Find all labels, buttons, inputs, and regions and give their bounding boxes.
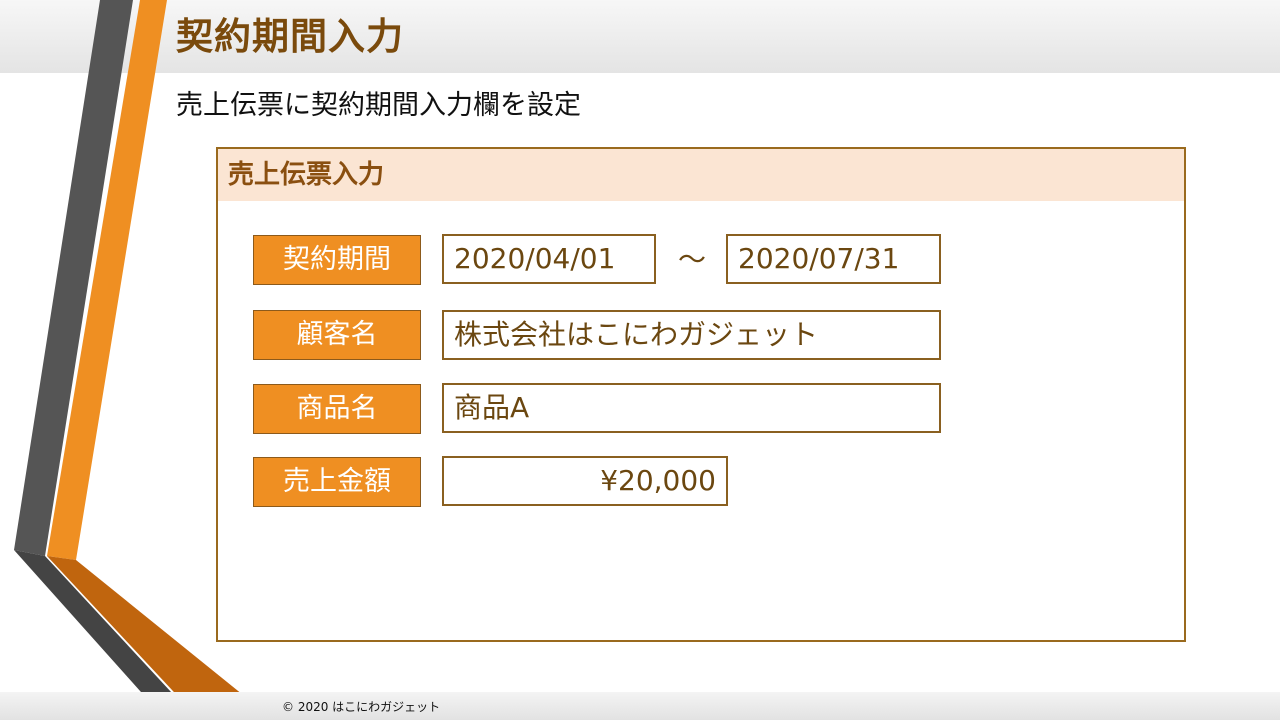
footer-band <box>0 692 1280 720</box>
customer-name-label: 顧客名 <box>253 310 421 360</box>
copyright-text: © 2020 はこにわガジェット <box>282 700 441 714</box>
period-separator: ～ <box>677 243 706 276</box>
sales-amount-label: 売上金額 <box>253 457 421 507</box>
customer-name-field[interactable]: 株式会社はこにわガジェット <box>442 310 941 360</box>
slide-subtitle: 売上伝票に契約期間入力欄を設定 <box>176 90 581 121</box>
product-name-label: 商品名 <box>253 384 421 434</box>
contract-start-date-field[interactable]: 2020/04/01 <box>442 234 656 284</box>
contract-period-label: 契約期間 <box>253 235 421 285</box>
product-name-field[interactable]: 商品A <box>442 383 941 433</box>
slide-title: 契約期間入力 <box>176 15 404 58</box>
panel-title: 売上伝票入力 <box>228 160 385 190</box>
panel-header: 売上伝票入力 <box>218 149 1184 201</box>
sales-amount-field[interactable]: ¥20,000 <box>442 456 728 506</box>
contract-end-date-field[interactable]: 2020/07/31 <box>726 234 941 284</box>
